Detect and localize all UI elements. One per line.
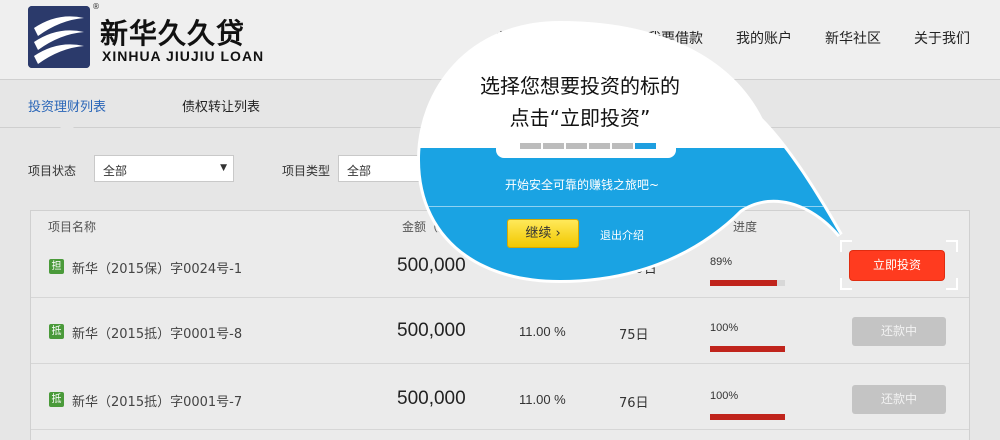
main-nav: 首页 我要投资 我要借款 我的账户 新华社区 关于我们: [464, 28, 970, 48]
nav-about[interactable]: 关于我们: [914, 28, 970, 48]
callout-line-1: 选择您想要投资的标的: [480, 74, 680, 98]
type-filter-value: 全部: [347, 164, 372, 178]
exit-tour-link[interactable]: 退出介绍: [600, 227, 644, 243]
project-rate: 11.00 %: [519, 324, 566, 339]
type-filter-select[interactable]: 全部: [338, 155, 478, 182]
nav-invest[interactable]: 我要投资: [558, 28, 614, 48]
repaying-button[interactable]: 还款中: [852, 385, 946, 414]
nav-community[interactable]: 新华社区: [825, 28, 881, 48]
highlight-corner: [840, 240, 852, 252]
nav-home[interactable]: 首页: [497, 28, 525, 48]
mortgage-badge: 抵: [49, 324, 64, 339]
continue-button[interactable]: 继续 ›: [507, 219, 579, 248]
project-name[interactable]: 新华（2015保）字0024号-1: [72, 258, 242, 277]
highlight-corner: [946, 278, 958, 290]
highlight-corner: [946, 240, 958, 252]
table-row: 抵 新华（2015抵）字0001号-8 500,000 11.00 % 75日 …: [31, 298, 969, 364]
type-filter-label: 项目类型: [282, 164, 331, 178]
tour-step-segment: [612, 143, 633, 149]
project-name[interactable]: 新华（2015抵）字0001号-7: [72, 391, 242, 410]
progress-bar-fill: [710, 346, 785, 352]
project-term: 169日: [619, 262, 657, 277]
nav-borrow[interactable]: 我要借款: [647, 28, 703, 48]
progress-percent: 100%: [710, 390, 739, 402]
status-filter-value: 全部: [103, 164, 128, 178]
progress-bar: [710, 280, 785, 286]
project-amount: 500,000: [397, 320, 466, 341]
highlight-corner: [840, 278, 852, 290]
tour-step-segment: [566, 143, 587, 149]
guarantee-badge: 担: [49, 259, 64, 274]
project-term: 76日: [619, 396, 649, 411]
project-rate: 11.00 %: [519, 392, 566, 407]
progress-percent: 89%: [710, 256, 733, 268]
brand-name-en: XINHUA JIUJIU LOAN: [102, 48, 265, 64]
project-term: 75日: [619, 328, 649, 343]
progress-bar-fill: [710, 414, 785, 420]
table-row: 抵 新华（2015抵）字0001号-7 500,000 11.00 % 76日 …: [31, 364, 969, 430]
progress-bar: [710, 346, 785, 352]
brand-name-cn: 新华久久贷: [100, 17, 246, 50]
table-row: 担 新华（2015保）字0024号-1 500,000 169日 89%: [31, 232, 969, 298]
tab-transfer-list[interactable]: 债权转让列表: [182, 96, 260, 115]
callout-line-2: 点击“立即投资”: [509, 106, 651, 130]
tour-step-segment: [589, 143, 610, 149]
status-filter-select[interactable]: 全部 ▼: [94, 155, 234, 182]
site-logo[interactable]: [28, 6, 90, 68]
callout-subtitle: 开始安全可靠的赚钱之旅吧~: [505, 178, 660, 192]
project-name[interactable]: 新华（2015抵）字0001号-8: [72, 323, 242, 342]
project-amount: 500,000: [397, 255, 466, 276]
nav-account[interactable]: 我的账户: [736, 28, 792, 48]
tour-step-segment: [520, 143, 541, 149]
tab-invest-list[interactable]: 投资理财列表: [28, 96, 106, 115]
callout-title: 选择您想要投资的标的 点击“立即投资”: [430, 70, 730, 134]
registered-mark: ®: [92, 2, 100, 11]
progress-bar: [710, 414, 785, 420]
active-tab-caret: [60, 121, 74, 128]
project-amount: 500,000: [397, 388, 466, 409]
tour-progress: [520, 143, 656, 149]
site-header: ® 新华久久贷 XINHUA JIUJIU LOAN 首页 我要投资 我要借款 …: [0, 0, 1000, 80]
progress-percent: 100%: [710, 322, 739, 334]
tour-step-segment: [543, 143, 564, 149]
mortgage-badge: 抵: [49, 392, 64, 407]
progress-bar-fill: [710, 280, 777, 286]
dropdown-arrow-icon: ▼: [220, 163, 227, 173]
status-filter-label: 项目状态: [28, 164, 77, 178]
tour-step-segment: [635, 143, 656, 149]
invest-now-button[interactable]: 立即投资: [850, 251, 944, 280]
repaying-button[interactable]: 还款中: [852, 317, 946, 346]
